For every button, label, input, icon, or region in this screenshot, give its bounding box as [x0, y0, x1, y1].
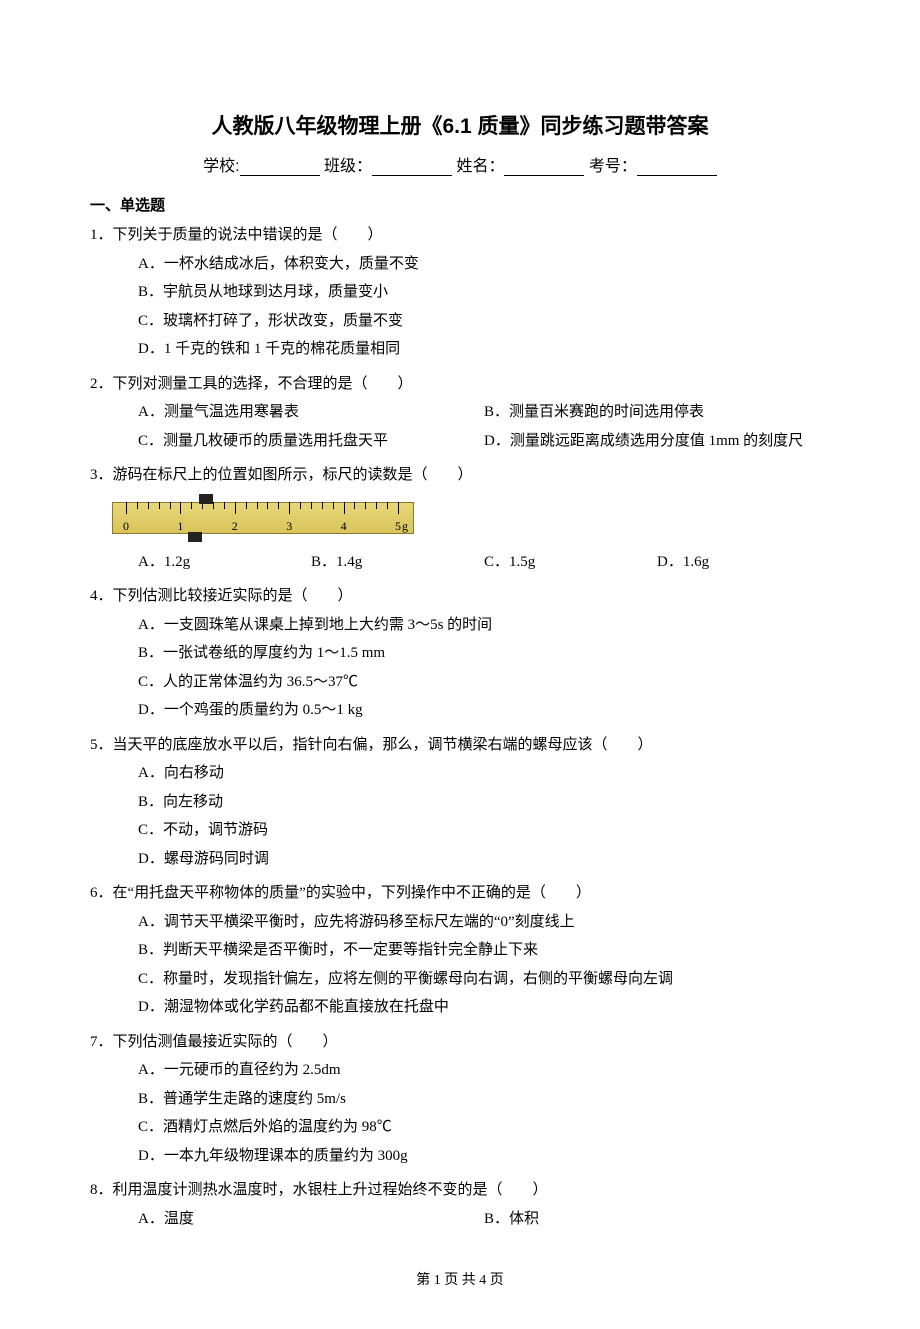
- answer-paren: （ ）: [353, 376, 413, 392]
- question-options: A．一支圆珠笔从课桌上掉到地上大约需 3～5s 的时间B．一张试卷纸的厚度约为 …: [138, 611, 830, 725]
- option: B．一张试卷纸的厚度约为 1～1.5 mm: [138, 639, 830, 668]
- option: C．称量时，发现指针偏左，应将左侧的平衡螺母向右调，右侧的平衡螺母向左调: [138, 965, 830, 994]
- question-number: 8．: [90, 1176, 113, 1205]
- blank-examno: [637, 175, 717, 176]
- option: A．1.2g: [138, 548, 311, 577]
- label-examno: 考号：: [589, 158, 637, 175]
- question-options: A．调节天平横梁平衡时，应先将游码移至标尺左端的“0”刻度线上B．判断天平横梁是…: [138, 908, 830, 1022]
- question: 2．下列对测量工具的选择，不合理的是（ ）A．测量气温选用寒暑表B．测量百米赛跑…: [90, 370, 830, 456]
- option: A．温度: [138, 1205, 484, 1234]
- question: 6．在“用托盘天平称物体的质量”的实验中，下列操作中不正确的是（ ）A．调节天平…: [90, 879, 830, 1022]
- answer-paren: （ ）: [278, 1034, 338, 1050]
- question-number: 5．: [90, 731, 113, 760]
- blank-class: [372, 175, 452, 176]
- label-name: 姓名：: [456, 158, 504, 175]
- student-info-line: 学校: 班级： 姓名： 考号：: [90, 152, 830, 176]
- question-stem: 当天平的底座放水平以后，指针向右偏，那么，调节横梁右端的螺母应该（ ）: [113, 731, 830, 760]
- question-stem: 下列对测量工具的选择，不合理的是（ ）: [113, 370, 830, 399]
- blank-school: [240, 175, 320, 176]
- option: A．一元硬币的直径约为 2.5dm: [138, 1056, 830, 1085]
- question: 7．下列估测值最接近实际的（ ）A．一元硬币的直径约为 2.5dmB．普通学生走…: [90, 1028, 830, 1171]
- question-stem: 下列估测值最接近实际的（ ）: [113, 1028, 830, 1057]
- question-options: A．1.2gB．1.4gC．1.5gD．1.6g: [138, 548, 830, 577]
- blank-name: [504, 175, 584, 176]
- question-options: A．向右移动B．向左移动C．不动，调节游码D．螺母游码同时调: [138, 759, 830, 873]
- question-number: 1．: [90, 221, 113, 250]
- question-number: 4．: [90, 582, 113, 611]
- option: D．一本九年级物理课本的质量约为 300g: [138, 1142, 830, 1171]
- option: A．向右移动: [138, 759, 830, 788]
- option: D．螺母游码同时调: [138, 845, 830, 874]
- option: B．测量百米赛跑的时间选用停表: [484, 398, 830, 427]
- option: B．体积: [484, 1205, 830, 1234]
- option: C．玻璃杯打碎了，形状改变，质量不变: [138, 307, 830, 336]
- question: 5．当天平的底座放水平以后，指针向右偏，那么，调节横梁右端的螺母应该（ ）A．向…: [90, 731, 830, 874]
- ruler-figure: 012345g: [112, 494, 412, 544]
- option: A．调节天平横梁平衡时，应先将游码移至标尺左端的“0”刻度线上: [138, 908, 830, 937]
- option: B．1.4g: [311, 548, 484, 577]
- option: D．一个鸡蛋的质量约为 0.5～1 kg: [138, 696, 830, 725]
- questions-container: 1．下列关于质量的说法中错误的是（ ）A．一杯水结成冰后，体积变大，质量不变B．…: [90, 221, 830, 1233]
- answer-paren: （ ）: [531, 885, 591, 901]
- answer-paren: （ ）: [293, 588, 353, 604]
- question-stem: 下列估测比较接近实际的是（ ）: [113, 582, 830, 611]
- page-footer: 第 1 页 共 4 页: [90, 1269, 830, 1289]
- question-stem: 利用温度计测热水温度时，水银柱上升过程始终不变的是（ ）: [113, 1176, 830, 1205]
- question: 1．下列关于质量的说法中错误的是（ ）A．一杯水结成冰后，体积变大，质量不变B．…: [90, 221, 830, 364]
- answer-paren: （ ）: [488, 1182, 548, 1198]
- answer-paren: （ ）: [323, 227, 383, 243]
- question-options: A．温度B．体积: [138, 1205, 830, 1234]
- question-stem: 游码在标尺上的位置如图所示，标尺的读数是（ ）: [113, 461, 830, 490]
- question-number: 7．: [90, 1028, 113, 1057]
- question-number: 6．: [90, 879, 113, 908]
- question-number: 3．: [90, 461, 113, 490]
- answer-paren: （ ）: [413, 467, 473, 483]
- option: B．判断天平横梁是否平衡时，不一定要等指针完全静止下来: [138, 936, 830, 965]
- option: C．测量几枚硬币的质量选用托盘天平: [138, 427, 484, 456]
- question-stem: 在“用托盘天平称物体的质量”的实验中，下列操作中不正确的是（ ）: [113, 879, 830, 908]
- option: B．普通学生走路的速度约 5m/s: [138, 1085, 830, 1114]
- option: A．测量气温选用寒暑表: [138, 398, 484, 427]
- option: C．不动，调节游码: [138, 816, 830, 845]
- option: D．1.6g: [657, 548, 830, 577]
- label-class: 班级：: [324, 158, 372, 175]
- option: B．宇航员从地球到达月球，质量变小: [138, 278, 830, 307]
- question-options: A．测量气温选用寒暑表B．测量百米赛跑的时间选用停表C．测量几枚硬币的质量选用托…: [138, 398, 830, 455]
- section-heading: 一、单选题: [90, 194, 830, 215]
- option: C．酒精灯点燃后外焰的温度约为 98℃: [138, 1113, 830, 1142]
- label-school: 学校:: [203, 158, 239, 175]
- question: 3．游码在标尺上的位置如图所示，标尺的读数是（ ） 012345g A．1.2gB．…: [90, 461, 830, 576]
- question-stem: 下列关于质量的说法中错误的是（ ）: [113, 221, 830, 250]
- option: C．人的正常体温约为 36.5～37℃: [138, 668, 830, 697]
- option: C．1.5g: [484, 548, 657, 577]
- option: A．一支圆珠笔从课桌上掉到地上大约需 3～5s 的时间: [138, 611, 830, 640]
- question: 8．利用温度计测热水温度时，水银柱上升过程始终不变的是（ ）A．温度B．体积: [90, 1176, 830, 1233]
- document-page: 人教版八年级物理上册《6.1 质量》同步练习题带答案 学校: 班级： 姓名： 考…: [0, 0, 920, 1329]
- answer-paren: （ ）: [593, 737, 653, 753]
- option: D．潮湿物体或化学药品都不能直接放在托盘中: [138, 993, 830, 1022]
- question: 4．下列估测比较接近实际的是（ ）A．一支圆珠笔从课桌上掉到地上大约需 3～5s…: [90, 582, 830, 725]
- page-title: 人教版八年级物理上册《6.1 质量》同步练习题带答案: [90, 110, 830, 140]
- option: B．向左移动: [138, 788, 830, 817]
- question-number: 2．: [90, 370, 113, 399]
- option: A．一杯水结成冰后，体积变大，质量不变: [138, 250, 830, 279]
- question-options: A．一杯水结成冰后，体积变大，质量不变B．宇航员从地球到达月球，质量变小C．玻璃…: [138, 250, 830, 364]
- option: D．1 千克的铁和 1 千克的棉花质量相同: [138, 335, 830, 364]
- option: D．测量跳远距离成绩选用分度值 1mm 的刻度尺: [484, 427, 830, 456]
- question-options: A．一元硬币的直径约为 2.5dmB．普通学生走路的速度约 5m/sC．酒精灯点…: [138, 1056, 830, 1170]
